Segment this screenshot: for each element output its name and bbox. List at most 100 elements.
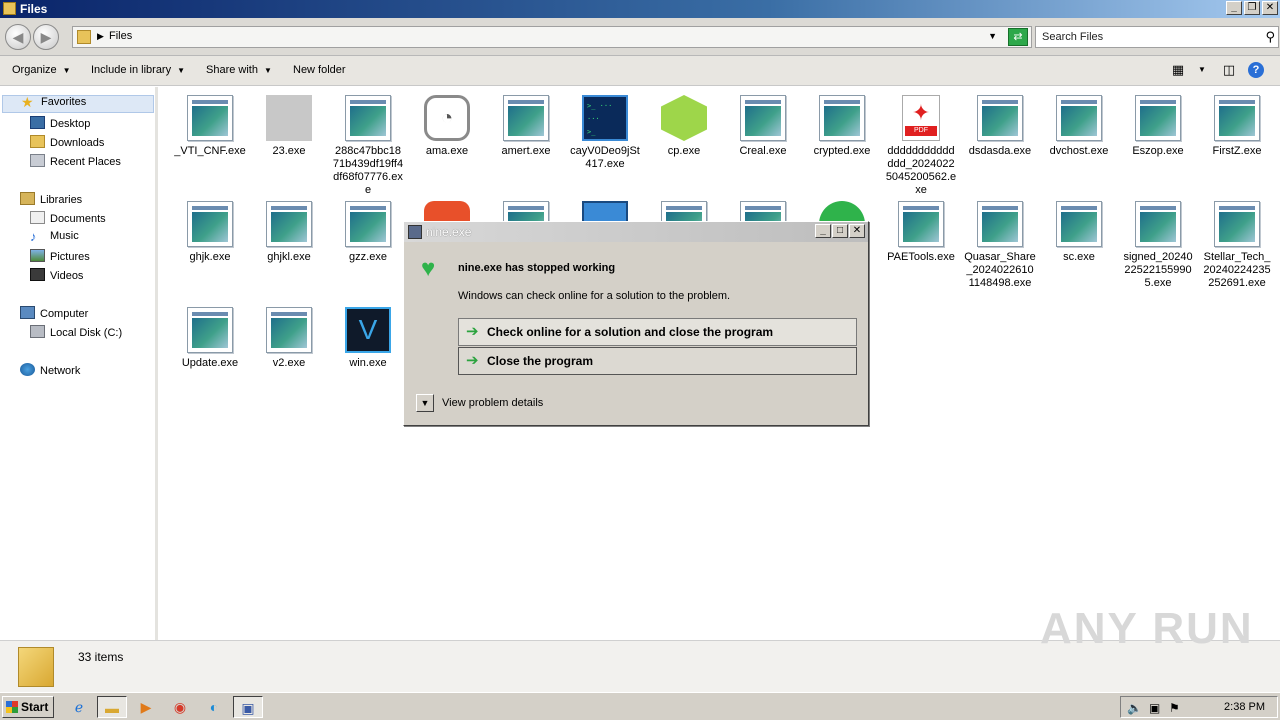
disk-icon	[30, 325, 45, 338]
file-name: gzz.exe	[349, 251, 387, 263]
nav-music[interactable]: ♪ Music	[30, 230, 79, 248]
window-title: Files	[20, 2, 48, 16]
help-icon[interactable]: ?	[1248, 62, 1264, 78]
change-view-icon[interactable]: ▦	[1169, 62, 1187, 78]
flag-icon[interactable]: ⚑	[1169, 701, 1180, 715]
edge-icon[interactable]: ◐	[199, 696, 229, 718]
file-item[interactable]: signed_20240225221559905.exe	[1122, 201, 1194, 290]
file-item[interactable]: cp.exe	[648, 95, 720, 158]
file-item[interactable]: FirstZ.exe	[1201, 95, 1273, 158]
breadcrumb-arrow-icon[interactable]: ▶	[97, 31, 104, 42]
chevron-down-icon[interactable]: ▼	[1193, 65, 1211, 81]
file-item[interactable]: ghjk.exe	[174, 201, 246, 264]
file-item[interactable]: ghjkl.exe	[253, 201, 325, 264]
nav-music-label: Music	[50, 230, 79, 242]
file-item[interactable]: gzz.exe	[332, 201, 404, 264]
close-button[interactable]: ✕	[849, 224, 865, 238]
error-dialog: nine.exe _ □ ✕ ♥ nine.exe has stopped wo…	[403, 221, 869, 426]
exe-icon	[819, 95, 865, 141]
chrome-icon[interactable]: ◉	[165, 696, 195, 718]
file-item[interactable]: Quasar_Share_20240226101148498.exe	[964, 201, 1036, 290]
file-item[interactable]: 23.exe	[253, 95, 325, 158]
organize-button[interactable]: Organize ▼	[12, 64, 71, 76]
nav-desktop[interactable]: Desktop	[30, 116, 90, 134]
breadcrumb[interactable]: Files	[109, 30, 132, 42]
file-item[interactable]: Stellar_Tech_20240224235252691.exe	[1201, 201, 1273, 290]
view-details-toggle[interactable]: ▼ View problem details	[416, 394, 543, 412]
start-button[interactable]: Start	[2, 696, 54, 718]
nav-libraries[interactable]: Libraries	[20, 192, 82, 210]
file-item[interactable]: _VTI_CNF.exe	[174, 95, 246, 158]
view-details-label: View problem details	[442, 396, 544, 409]
v-app-icon: V	[345, 307, 391, 353]
heart-icon: ♥	[421, 255, 436, 282]
nav-pictures-label: Pictures	[50, 251, 90, 263]
nav-network[interactable]: Network	[20, 363, 80, 381]
file-item[interactable]: amert.exe	[490, 95, 562, 158]
arrow-right-icon: ➔	[466, 323, 479, 340]
file-item[interactable]: >_ ··· ··· >_ cayV0Deo9jSt417.exe	[569, 95, 641, 171]
file-name: sc.exe	[1063, 251, 1095, 263]
volume-icon[interactable]: 🔈	[1127, 701, 1142, 715]
file-name: cayV0Deo9jSt417.exe	[570, 145, 640, 170]
file-item[interactable]: Eszop.exe	[1122, 95, 1194, 158]
file-item[interactable]: Vwin.exe	[332, 307, 404, 370]
terminal-icon: >_ ··· ··· >_	[582, 95, 628, 141]
file-item[interactable]: Update.exe	[174, 307, 246, 370]
nav-computer[interactable]: Computer	[20, 306, 88, 324]
preview-pane-icon[interactable]: ◫	[1220, 62, 1238, 78]
exe-icon	[503, 95, 549, 141]
include-in-library-button[interactable]: Include in library ▼	[91, 64, 185, 76]
nav-videos[interactable]: Videos	[30, 268, 83, 286]
network-tray-icon[interactable]: ▣	[1149, 701, 1160, 715]
search-icon[interactable]: ⚲	[1265, 29, 1275, 45]
file-name: 288c47bbc1871b439df19ff4df68f07776.exe	[332, 145, 404, 196]
file-item[interactable]: ✦ PDF dddddddddddddd_20240225045200562.exe	[885, 95, 957, 197]
explorer-icon[interactable]: ▬	[97, 696, 127, 718]
chevron-down-icon[interactable]: ▼	[416, 394, 434, 412]
check-online-button[interactable]: ➔ Check online for a solution and close t…	[458, 318, 857, 346]
back-button[interactable]: ◀	[5, 24, 31, 50]
file-item[interactable]: ◔ ama.exe	[411, 95, 483, 158]
file-item[interactable]: v2.exe	[253, 307, 325, 370]
media-player-icon[interactable]: ▶	[131, 696, 161, 718]
file-item[interactable]: dvchost.exe	[1043, 95, 1115, 158]
nav-documents[interactable]: Documents	[30, 211, 106, 229]
chevron-down-icon[interactable]: ▼	[988, 31, 997, 41]
forward-button[interactable]: ▶	[33, 24, 59, 50]
close-button[interactable]: ✕	[1262, 1, 1278, 15]
maximize-button[interactable]: ❐	[1244, 1, 1260, 15]
file-item[interactable]: PAETools.exe	[885, 201, 957, 264]
file-name: Quasar_Share_20240226101148498.exe	[964, 251, 1036, 289]
share-with-button[interactable]: Share with ▼	[206, 64, 272, 76]
exe-icon	[1056, 201, 1102, 247]
file-item[interactable]: 288c47bbc1871b439df19ff4df68f07776.exe	[332, 95, 404, 197]
exe-icon	[898, 201, 944, 247]
clock[interactable]: 2:38 PM	[1224, 701, 1265, 713]
file-item[interactable]: Creal.exe	[727, 95, 799, 158]
dialog-title-bar: nine.exe _ □ ✕	[404, 222, 868, 242]
file-item[interactable]: dsdasda.exe	[964, 95, 1036, 158]
search-input[interactable]: Search Files ⚲	[1035, 26, 1279, 48]
file-item[interactable]: sc.exe	[1043, 201, 1115, 264]
file-name: PAETools.exe	[887, 251, 955, 263]
nav-favorites[interactable]: ★ Favorites	[2, 95, 154, 113]
ie-icon[interactable]: ℯ	[64, 696, 94, 718]
address-bar[interactable]: ▶ Files ▼	[72, 26, 1032, 48]
nav-pictures[interactable]: Pictures	[30, 249, 90, 267]
minimize-button[interactable]: _	[815, 224, 831, 238]
close-program-button[interactable]: ➔ Close the program	[458, 347, 857, 375]
maximize-button[interactable]: □	[832, 224, 848, 238]
file-item[interactable]: crypted.exe	[806, 95, 878, 158]
nav-downloads[interactable]: Downloads	[30, 135, 104, 153]
file-name: ama.exe	[425, 145, 469, 157]
nav-local-disk[interactable]: Local Disk (C:)	[30, 325, 122, 343]
nine-exe-task-icon[interactable]: ▣	[233, 696, 263, 718]
nav-recent-places[interactable]: Recent Places	[30, 154, 121, 172]
file-name: ghjkl.exe	[267, 251, 311, 263]
new-folder-button[interactable]: New folder	[293, 64, 346, 76]
refresh-button[interactable]: ⇄	[1008, 28, 1028, 46]
nav-videos-label: Videos	[50, 270, 84, 282]
share-with-label: Share with	[206, 64, 258, 76]
minimize-button[interactable]: _	[1226, 1, 1242, 15]
